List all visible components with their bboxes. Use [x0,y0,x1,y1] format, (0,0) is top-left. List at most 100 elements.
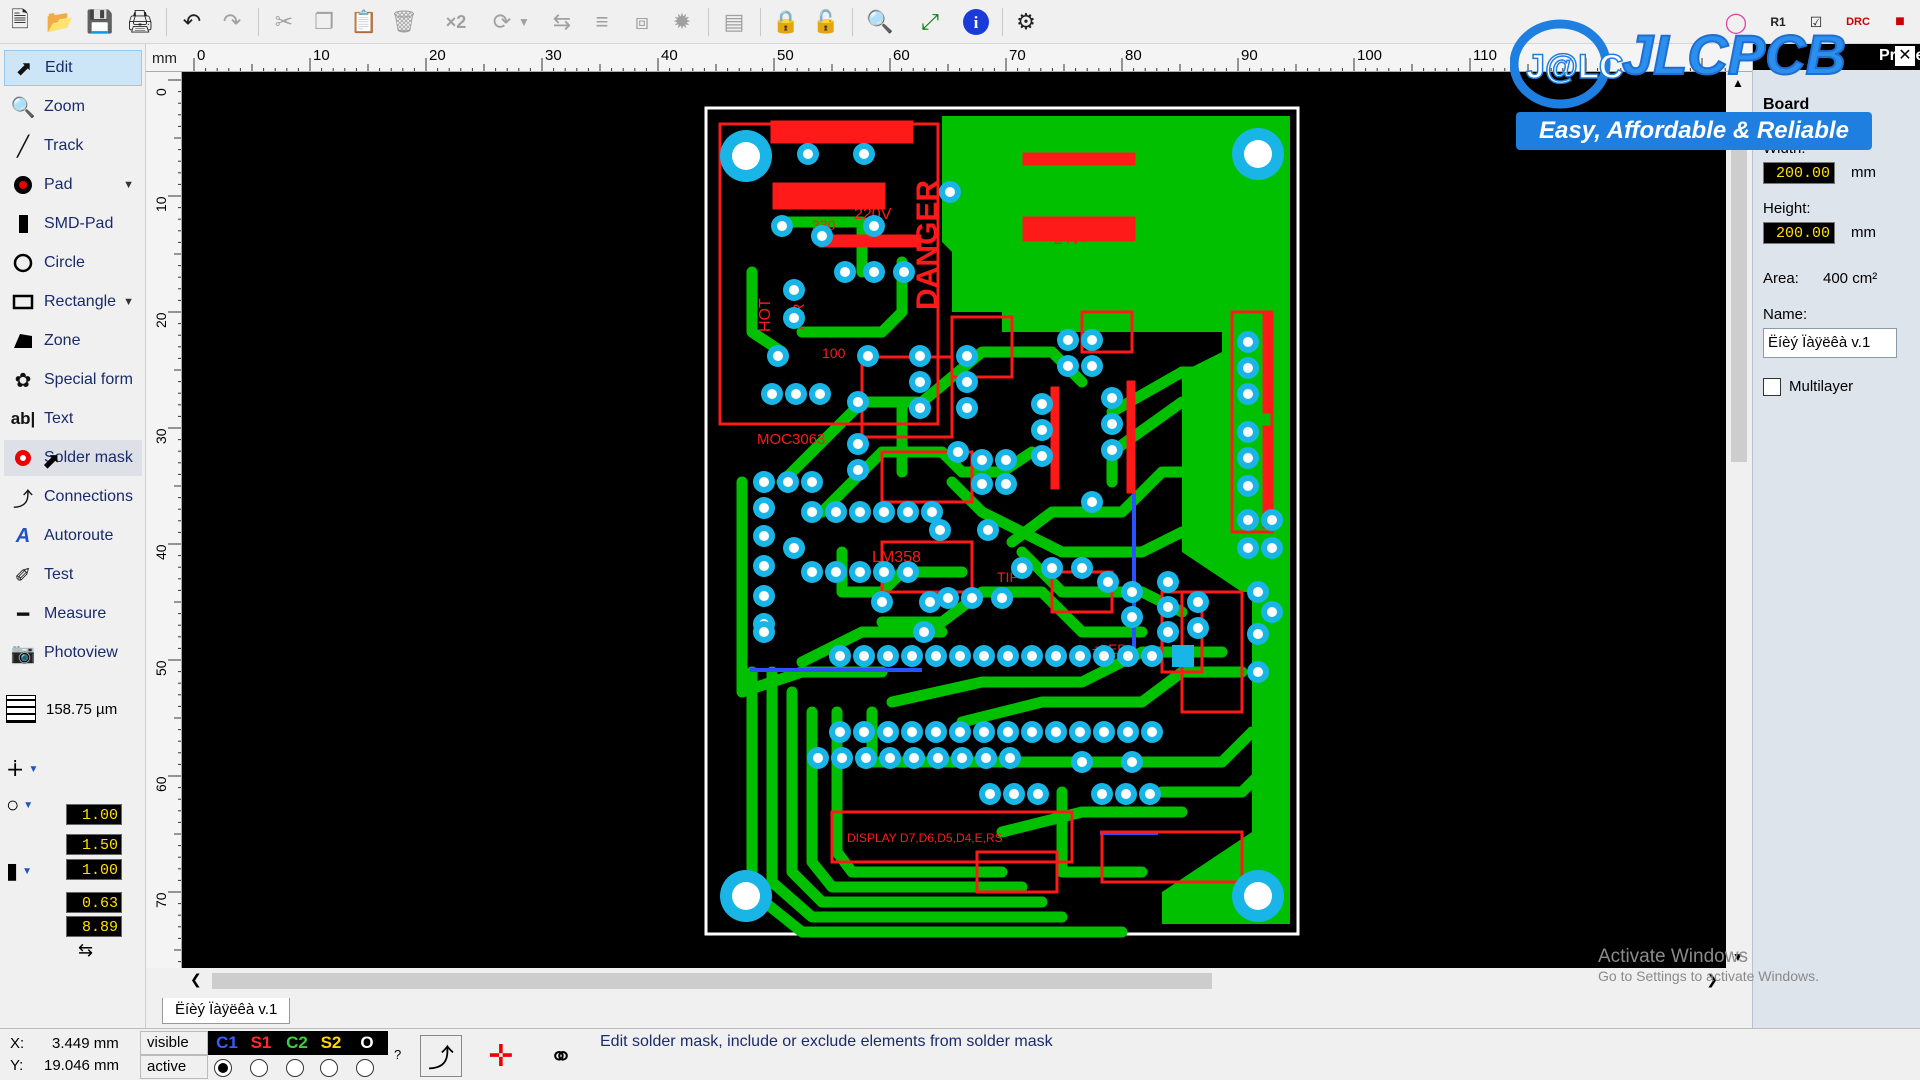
duplicate-button[interactable]: ×2 [440,6,472,38]
macro-library-icon[interactable]: ■ [1884,6,1916,38]
pad-hole [1087,335,1097,345]
tool-autoroute[interactable]: A Autoroute [4,518,142,554]
tool-zone[interactable]: Zone [4,323,142,359]
layer-s2-active-radio[interactable] [320,1059,338,1077]
smd-pad-icon [10,211,36,237]
cut-icon[interactable]: ✂ [268,6,300,38]
mirror-horizontal-icon[interactable]: ⇆ [546,6,578,38]
print-icon[interactable]: 🖨 [124,6,156,38]
properties-panel: Properties ✕ Board Width: 200.00 mm Heig… [1752,44,1920,1028]
tool-photoview[interactable]: 📷 Photoview [4,635,142,671]
pad-hole [955,651,965,661]
multilayer-checkbox[interactable] [1763,378,1781,396]
board-height-input[interactable]: 200.00 [1763,222,1835,244]
scroll-left-icon[interactable]: ❮ [190,971,202,988]
tool-label: Photoview [44,644,118,661]
layer-icon[interactable]: ▤ [718,6,750,38]
name-label: Name: [1763,306,1808,323]
layer-s2-toggle[interactable]: S2 [314,1031,348,1055]
tool-text[interactable]: ab| Text [4,401,142,437]
tool-connections[interactable]: ⤴ Connections [4,479,142,515]
info-icon[interactable]: i [960,6,992,38]
chevron-down-icon[interactable]: ▼ [28,764,38,775]
copy-icon[interactable]: ❐ [308,6,340,38]
ruler-label: 0 [153,88,169,96]
check-icon[interactable]: ☑ [1800,6,1832,38]
smd-width-input[interactable]: 0.63 [66,892,122,913]
tool-measure[interactable]: ━ Measure [4,596,142,632]
macro-icon[interactable]: ◯ [1720,6,1752,38]
pad-inner-input[interactable]: 1.00 [66,859,122,880]
ruler-label: 30 [153,428,169,444]
board-name-input[interactable]: Ëíèý Ïàÿëêà v.1 [1763,328,1897,358]
pad-hole [1243,453,1253,463]
grid-selector[interactable]: 158.75 µm [6,692,140,726]
drc-icon[interactable]: DRC [1842,6,1874,38]
group-icon[interactable]: ⧈ [626,6,658,38]
tool-special-form[interactable]: ✿ Special form [4,362,142,398]
vertical-scroll-thumb[interactable] [1731,112,1747,462]
tool-label: Connections [44,488,133,505]
undo-icon[interactable]: ↶ [176,6,208,38]
tool-test[interactable]: ✐ Test [4,557,142,593]
align-icon[interactable]: ≡ [586,6,618,38]
redo-icon[interactable]: ↷ [216,6,248,38]
snap-icon[interactable]: ✹ [666,6,698,38]
save-icon[interactable]: 💾 [84,6,116,38]
pad-hole [1075,727,1085,737]
pad-hole [1107,393,1117,403]
open-folder-icon[interactable]: 📂 [44,6,76,38]
tool-circle[interactable]: Circle [4,245,142,281]
unlock-icon[interactable]: 🔓 [810,6,842,38]
chevron-down-icon[interactable]: ▼ [23,800,33,811]
search-icon[interactable]: 🔍 [864,6,896,38]
tool-zoom[interactable]: 🔍 Zoom [4,89,142,125]
layer-c1-toggle[interactable]: C1 [210,1031,244,1055]
lock-icon[interactable]: 🔒 [770,6,802,38]
layer-c2-toggle[interactable]: C2 [280,1031,314,1055]
pad-outer-input[interactable]: 1.50 [66,834,122,855]
horizontal-scroll-thumb[interactable] [212,973,1212,989]
rotate-dropdown-icon[interactable]: ▼ [516,6,532,38]
snap-track-icon[interactable]: ⚭ [540,1035,582,1077]
layer-o-active-radio[interactable] [356,1059,374,1077]
tool-rectangle[interactable]: Rectangle ▼ [4,284,142,320]
rubberband-icon[interactable]: ⤴ [420,1035,462,1077]
paste-icon[interactable]: 📋 [348,6,380,38]
crosshair-icon[interactable]: ✛ [480,1035,522,1077]
ruler-label: 50 [777,47,794,64]
board-width-input[interactable]: 200.00 [1763,162,1835,184]
pad-hole [759,627,769,637]
tool-pad[interactable]: Pad ▼ [4,167,142,203]
vertical-scrollbar[interactable]: ▲ ▼ [1726,72,1752,968]
tool-solder-mask[interactable]: Solder mask [4,440,142,476]
new-file-icon[interactable]: 🗎 [4,6,36,38]
r1-icon[interactable]: R1 [1762,6,1794,38]
help-icon[interactable]: ? [394,1047,401,1062]
tool-smd-pad[interactable]: SMD-Pad [4,206,142,242]
horizontal-scrollbar[interactable]: ❮ ❯ [182,968,1726,994]
tool-edit[interactable]: ⬈ Edit [4,50,142,86]
pad-hole [855,567,865,577]
tab-layout-1[interactable]: Ëíèý Ïàÿëêà v.1 [162,998,291,1024]
layer-s1-active-radio[interactable] [250,1059,268,1077]
delete-icon[interactable]: 🗑 [388,6,420,38]
layer-o-toggle[interactable]: O [350,1031,384,1055]
smd-height-input[interactable]: 8.89 [66,916,122,937]
swap-icon[interactable]: ⇆ [78,940,93,961]
layer-c1-active-radio[interactable] [214,1059,232,1077]
settings-gear-icon[interactable]: ⚙ [1010,6,1042,38]
chevron-down-icon[interactable]: ▼ [22,866,32,877]
chevron-down-icon[interactable]: ▼ [123,296,134,308]
scroll-up-icon[interactable]: ▲ [1732,76,1744,90]
rotate-icon[interactable]: ⟳ [486,6,518,38]
track-width-input[interactable]: 1.00 [66,804,122,825]
close-icon[interactable]: ✕ [1895,46,1915,66]
layer-s1-toggle[interactable]: S1 [244,1031,278,1055]
chevron-down-icon[interactable]: ▼ [123,179,134,191]
pad-hole [1267,543,1277,553]
tool-track[interactable]: ╱ Track [4,128,142,164]
pcb-canvas[interactable]: DANGER 220V HOT AIR MOC3063 LM358 TIP +L… [182,72,1726,968]
transform-icon[interactable]: ⤢ [914,6,946,38]
layer-c2-active-radio[interactable] [286,1059,304,1077]
